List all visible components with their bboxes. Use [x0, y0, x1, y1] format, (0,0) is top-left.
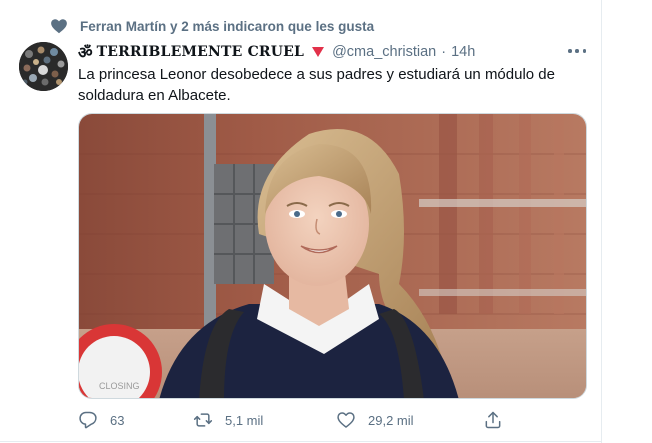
more-dot — [575, 49, 579, 53]
reply-count: 63 — [110, 412, 125, 428]
author-handle[interactable]: @cma_christian — [332, 44, 436, 60]
reply-button[interactable]: 63 — [78, 409, 124, 431]
sign-text: CLOSING — [99, 381, 140, 391]
more-dot — [582, 49, 586, 53]
tweet-photo[interactable]: CLOSING — [78, 113, 587, 399]
retweet-button[interactable]: 5,1 mil — [193, 409, 263, 431]
like-button[interactable]: 29,2 mil — [336, 409, 414, 431]
author-display-name[interactable]: TERRIBLEMENTE CRUEL — [97, 44, 304, 60]
share-icon — [483, 410, 503, 430]
more-dot — [568, 49, 572, 53]
tweet-divider — [0, 441, 601, 442]
reply-icon — [78, 410, 98, 430]
social-context-text[interactable]: Ferran Martín y 2 más indicaron que les … — [80, 19, 374, 34]
retweet-count: 5,1 mil — [225, 412, 264, 428]
red-triangle-down-icon — [312, 47, 325, 57]
tweet-timestamp[interactable]: 14h — [451, 44, 475, 60]
like-count: 29,2 mil — [368, 412, 414, 428]
heart-icon — [50, 17, 68, 35]
tweet-text: La princesa Leonor desobedece a sus padr… — [78, 66, 555, 104]
retweet-icon — [193, 410, 213, 430]
tweet-actions: 63 5,1 mil 29,2 mil — [0, 409, 601, 431]
column-divider — [601, 0, 602, 443]
share-button[interactable] — [483, 409, 503, 431]
like-icon — [336, 410, 356, 430]
tweet-header[interactable]: ॐ TERRIBLEMENTE CRUEL @cma_christian · 1… — [78, 42, 475, 62]
more-options-icon[interactable] — [566, 44, 588, 58]
separator-dot: · — [441, 44, 447, 60]
social-context[interactable]: Ferran Martín y 2 más indicaron que les … — [50, 16, 374, 36]
avatar[interactable] — [19, 42, 68, 91]
author-om-symbol: ॐ — [78, 43, 93, 62]
